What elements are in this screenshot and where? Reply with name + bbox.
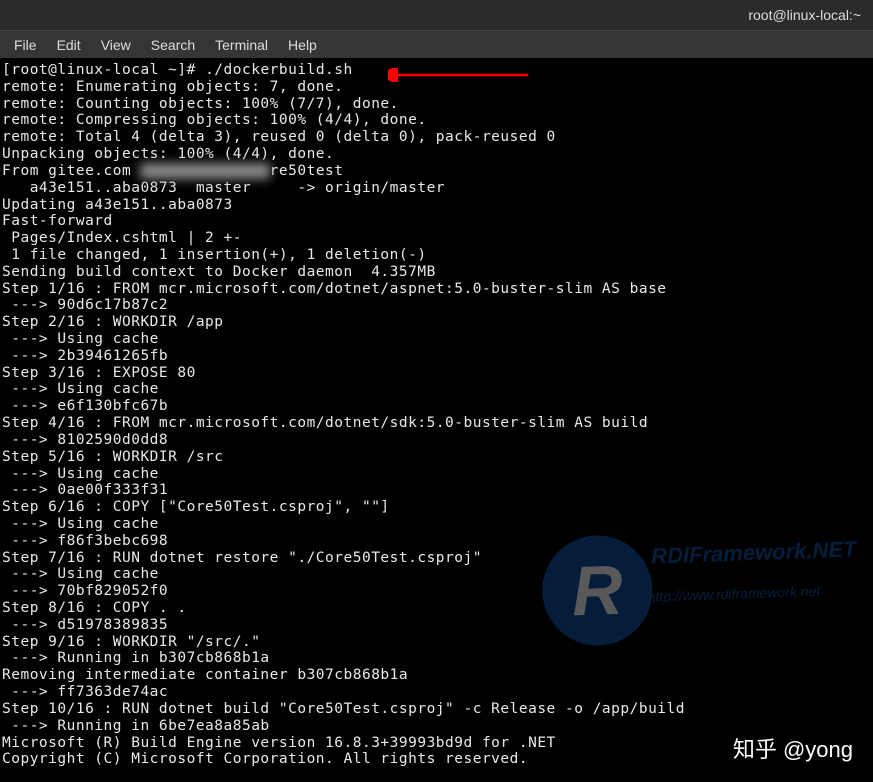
output-line: ---> 70bf829052f0 (2, 583, 871, 600)
output-line: ---> 0ae00f333f31 (2, 482, 871, 499)
output-line: Step 7/16 : RUN dotnet restore "./Core50… (2, 550, 871, 567)
window-titlebar: root@linux-local:~ (0, 0, 873, 30)
output-line: Step 6/16 : COPY ["Core50Test.csproj", "… (2, 499, 871, 516)
terminal-output[interactable]: [root@linux-local ~]# ./dockerbuild.sh r… (0, 58, 873, 772)
output-line: ---> ff7363de74ac (2, 684, 871, 701)
output-line: remote: Enumerating objects: 7, done. (2, 79, 871, 96)
output-line: ---> Using cache (2, 516, 871, 533)
output-line: ---> Using cache (2, 566, 871, 583)
redacted-text: :xxxxxxxxxx/co (140, 163, 269, 179)
output-line: ---> f86f3bebc698 (2, 533, 871, 550)
output-line: Step 8/16 : COPY . . (2, 600, 871, 617)
output-line: remote: Counting objects: 100% (7/7), do… (2, 96, 871, 113)
output-line: ---> d51978389835 (2, 617, 871, 634)
output-line: Step 10/16 : RUN dotnet build "Core50Tes… (2, 701, 871, 718)
output-line: ---> Using cache (2, 381, 871, 398)
output-line: Step 1/16 : FROM mcr.microsoft.com/dotne… (2, 281, 871, 298)
output-line: ---> Running in 6be7ea8a85ab (2, 718, 871, 735)
menu-view[interactable]: View (91, 34, 141, 56)
output-line: ---> Using cache (2, 466, 871, 483)
menu-search[interactable]: Search (141, 34, 205, 56)
output-line: Step 3/16 : EXPOSE 80 (2, 365, 871, 382)
output-line: ---> 8102590d0dd8 (2, 432, 871, 449)
output-line: ---> Running in b307cb868b1a (2, 650, 871, 667)
menu-help[interactable]: Help (278, 34, 327, 56)
output-line: a43e151..aba0873 master -> origin/master (2, 180, 871, 197)
output-line: Copyright (C) Microsoft Corporation. All… (2, 751, 871, 768)
menu-file[interactable]: File (4, 34, 47, 56)
output-line: ---> e6f130bfc67b (2, 398, 871, 415)
shell-command: ./dockerbuild.sh (205, 62, 353, 78)
output-line: remote: Compressing objects: 100% (4/4),… (2, 112, 871, 129)
output-line: Step 4/16 : FROM mcr.microsoft.com/dotne… (2, 415, 871, 432)
output-line: Microsoft (R) Build Engine version 16.8.… (2, 735, 871, 752)
output-line: Updating a43e151..aba0873 (2, 197, 871, 214)
output-line: Unpacking objects: 100% (4/4), done. (2, 146, 871, 163)
shell-prompt: [root@linux-local ~]# (2, 62, 205, 78)
prompt-line: [root@linux-local ~]# ./dockerbuild.sh (2, 62, 871, 79)
menu-terminal[interactable]: Terminal (205, 34, 278, 56)
output-line: Sending build context to Docker daemon 4… (2, 264, 871, 281)
menu-edit[interactable]: Edit (47, 34, 91, 56)
output-line: From gitee.com :xxxxxxxxxx/core50test (2, 163, 871, 180)
output-line: Fast-forward (2, 213, 871, 230)
output-line: Step 2/16 : WORKDIR /app (2, 314, 871, 331)
output-line: 1 file changed, 1 insertion(+), 1 deleti… (2, 247, 871, 264)
output-line: ---> 2b39461265fb (2, 348, 871, 365)
menubar: File Edit View Search Terminal Help (0, 30, 873, 58)
output-line: Step 5/16 : WORKDIR /src (2, 449, 871, 466)
output-line: Step 9/16 : WORKDIR "/src/." (2, 634, 871, 651)
output-line: Pages/Index.cshtml | 2 +- (2, 230, 871, 247)
output-line: Removing intermediate container b307cb86… (2, 667, 871, 684)
output-line: ---> Using cache (2, 331, 871, 348)
window-title: root@linux-local:~ (748, 7, 861, 23)
output-line: remote: Total 4 (delta 3), reused 0 (del… (2, 129, 871, 146)
output-line: ---> 90d6c17b87c2 (2, 297, 871, 314)
